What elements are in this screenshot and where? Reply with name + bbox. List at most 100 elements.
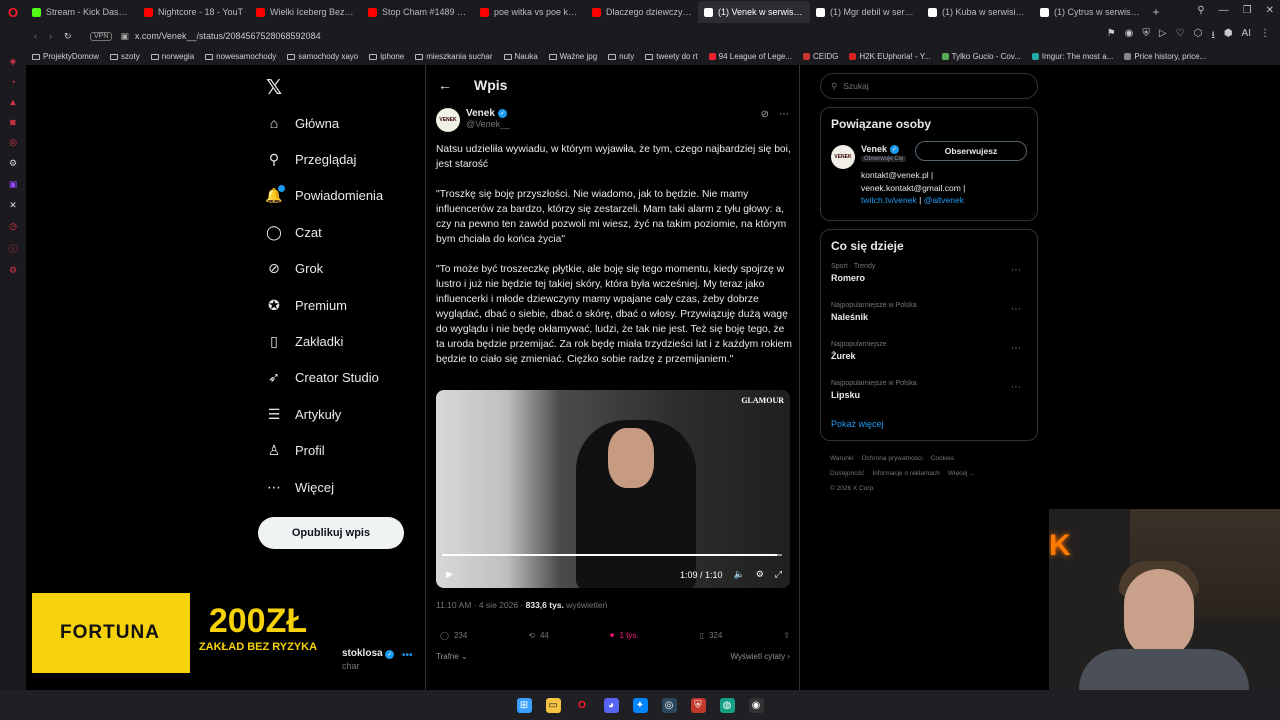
trend-more-icon[interactable]: ⋯ [1011,343,1021,354]
bookmark-item[interactable]: Ważne jpg [548,52,597,61]
steam-icon[interactable]: ◎ [661,697,677,713]
volume-icon[interactable]: 🔈 [734,569,745,580]
sidebar-messenger-icon[interactable]: ◈ [10,56,17,67]
related-person[interactable]: VENEK Venek ✓ Obserwuje Cię Obserwujesz k… [831,141,1027,211]
menu-icon[interactable]: ⋮ [1260,28,1270,45]
browser-tab[interactable]: Dlaczego dziewczyny sz [586,1,698,23]
trend-more-icon[interactable]: ⋯ [1011,382,1021,393]
video-player[interactable]: GLAMOUR ▶ 1:09 / 1:10 🔈 ⚙ ⤢ [436,390,790,588]
bookmark-item[interactable]: iphone [369,52,404,61]
publish-post-button[interactable]: Opublikuj wpis [258,517,404,549]
browser-tab[interactable]: (1) Cytrus w serwisie X: „ [1034,1,1146,23]
bookmark-item[interactable]: Tylko Gucio - Cov... [941,52,1021,61]
bookmark-page-icon[interactable]: ⚑ [1107,28,1116,45]
footer-link[interactable]: Warunki [830,455,854,462]
post-timestamp[interactable]: 11:10 AM · 4 sie 2026 · [436,600,526,610]
trend-item[interactable]: Najpopularniejsze w Polska Lipsku ⋯ [831,380,1027,419]
bookmark-item[interactable]: nowesamochody [205,52,276,61]
sidebar-gear-icon[interactable]: ⚙ [9,265,17,276]
bookmark-item[interactable]: Price history, price... [1124,52,1206,61]
nav-item-2[interactable]: 🔔 Powiadomienia [265,178,383,214]
nav-item-7[interactable]: ➶ Creator Studio [266,360,383,396]
nav-item-9[interactable]: ♙ Profil [266,433,383,469]
new-tab-button[interactable]: + [1146,5,1166,19]
discord-icon[interactable]: ◕ [603,697,619,713]
search-input[interactable]: ⚲ Szukaj [820,73,1038,99]
play-icon[interactable]: ▷ [1159,28,1167,45]
sort-dropdown[interactable]: Trafne ⌄ [436,652,468,661]
bookmark-item[interactable]: samochody xayo [287,52,358,61]
avatar[interactable]: VENEK [831,145,855,169]
following-button[interactable]: Obserwujesz [915,141,1027,161]
footer-link[interactable]: Więcej ... [948,470,975,477]
bookmark-item[interactable]: tweety do rt [645,52,698,61]
close-window-button[interactable]: ✕ [1266,5,1274,16]
settings-gear-icon[interactable]: ⚙ [756,569,764,580]
sidebar-twitch-icon[interactable]: ▣ [9,179,18,190]
browser-tab[interactable]: (1) Kuba w serwisie X: „h [922,1,1034,23]
account-more-icon[interactable]: ••• [402,650,413,661]
minimize-button[interactable]: — [1219,5,1229,16]
url-field[interactable]: x.com/Venek__/status/2084567528068592084 [135,31,1107,41]
back-arrow-icon[interactable]: ← [438,77,452,93]
shield-app-icon[interactable]: ⛨ [690,697,706,713]
back-icon[interactable]: ‹ [34,31,37,42]
sidebar-clock-icon[interactable]: ◷ [9,221,17,232]
maximize-button[interactable]: ❐ [1243,5,1252,16]
fortuna-ad-logo[interactable]: FORTUNA [32,593,188,673]
like-button[interactable]: ♥ 1 tys. [610,631,639,640]
windows-start-icon[interactable]: ⊞ [516,697,532,713]
sidebar-history-icon[interactable]: ◔ [10,77,15,87]
obs-icon[interactable]: ◉ [748,697,764,713]
post-author[interactable]: VENEK Venek ✓ @Venek__ [436,108,510,132]
opera-icon[interactable]: O [575,698,590,713]
show-quotes-link[interactable]: Wyświetl cytaty › [730,652,790,661]
bookmark-item[interactable]: szoty [110,52,140,61]
reply-button[interactable]: ◯ 234 [440,631,467,640]
opera-logo-icon[interactable]: O [0,0,26,24]
x-logo-icon[interactable]: 𝕏 [266,75,282,100]
nav-item-3[interactable]: ◯ Czat [266,214,383,250]
sidebar-info-icon[interactable]: ⓘ [8,242,17,255]
trend-item[interactable]: Najpopularniejsze Żurek ⋯ [831,341,1027,380]
related-name[interactable]: Venek [861,144,887,154]
browser-tab[interactable]: poe witka vs poe kamila [474,1,586,23]
browser-tab[interactable]: Wielki Iceberg Bezroboc [250,1,362,23]
bookmark-item[interactable]: 94 League of Lege... [708,52,792,61]
nav-item-4[interactable]: ⊘ Grok [266,251,383,287]
sidebar-snapshot-icon[interactable]: ◙ [10,117,15,127]
download-icon[interactable]: ⭳ [1211,28,1215,45]
show-more-link[interactable]: Pokaż więcej [831,419,1027,431]
trend-item[interactable]: Sport · Trendy Romero ⋯ [831,263,1027,302]
messenger-icon[interactable]: ✦ [632,697,648,713]
ai-button[interactable]: AI [1242,28,1251,45]
nav-item-5[interactable]: ✪ Premium [266,287,383,323]
avatar[interactable]: VENEK [436,108,460,132]
video-progress[interactable] [442,554,782,556]
aria-icon[interactable]: ⬢ [1224,28,1233,45]
bookmark-item[interactable]: Nauka [503,52,538,61]
nav-item-0[interactable]: ⌂ Główna [266,105,383,141]
bookmark-item[interactable]: Imgur: The most a... [1031,52,1113,61]
trend-more-icon[interactable]: ⋯ [1011,265,1021,276]
browser-tab[interactable]: (1) Venek w serwisie X: „N [698,1,810,23]
author-handle[interactable]: @Venek__ [466,119,510,129]
file-explorer-icon[interactable]: ▭ [545,697,561,713]
repost-button[interactable]: ⟲ 44 [528,631,549,640]
post-more-icon[interactable]: ⋯ [779,109,789,120]
bookmark-button[interactable]: ▯ 324 [700,631,723,640]
footer-link[interactable]: Informacje o reklamach [872,470,940,477]
footer-link[interactable]: Dostępność [830,470,864,477]
bio-link[interactable]: @altvenek [924,195,964,205]
search-tabs-icon[interactable]: ⚲ [1197,5,1204,16]
bookmark-item[interactable]: mieszkania suchar [415,52,493,61]
nav-item-6[interactable]: ▯ Zakładki [266,323,383,359]
sidebar-player-icon[interactable]: ▲ [9,97,18,107]
fullscreen-icon[interactable]: ⤢ [775,569,782,580]
nav-item-8[interactable]: ☰ Artykuły [266,396,383,432]
bookmark-item[interactable]: ProjektyDomow [32,52,99,61]
sidebar-settings-icon[interactable]: ⚙ [9,158,17,169]
footer-link[interactable]: Cookies [931,455,954,462]
shield-icon[interactable]: ⛨ [1142,28,1150,45]
nav-item-1[interactable]: ⚲ Przeglądaj [266,141,383,177]
